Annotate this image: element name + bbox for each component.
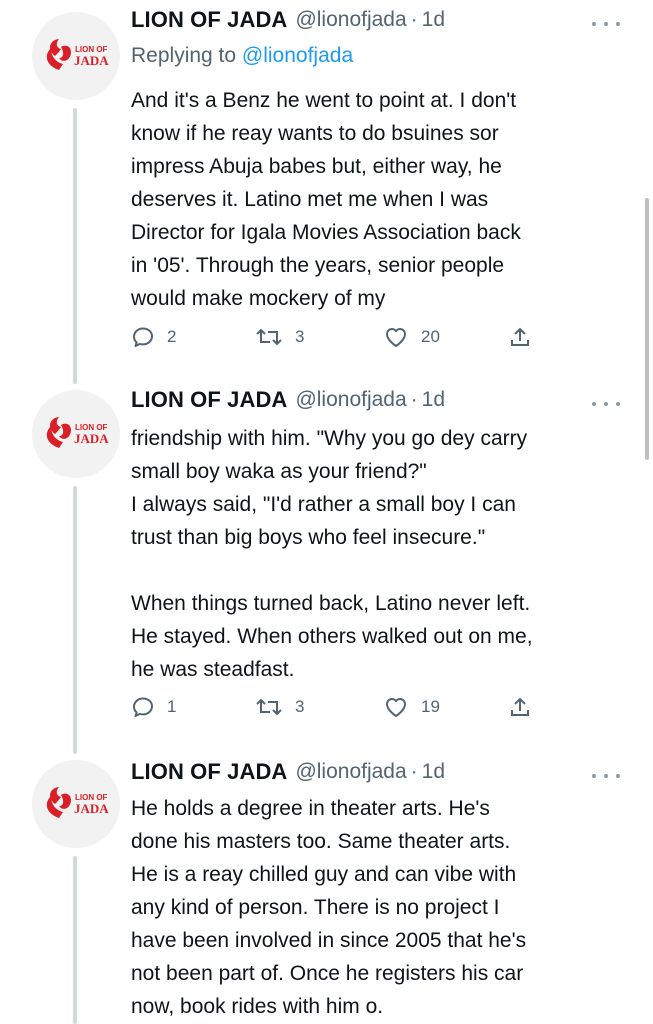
timestamp[interactable]: 1d	[422, 388, 445, 412]
separator-dot: ·	[410, 760, 418, 783]
tweet-text-line: done his masters too. Same theater arts.	[131, 830, 511, 853]
heart-icon	[386, 328, 406, 347]
share-button[interactable]	[509, 322, 531, 352]
reply-icon	[133, 697, 153, 717]
lion-logo-icon: LION OF JADA	[46, 787, 109, 818]
timestamp[interactable]: 1d	[422, 760, 445, 784]
display-name[interactable]: LION OF JADA	[131, 387, 287, 413]
tweet-text-line: not been part of. Once he registers his …	[131, 962, 524, 985]
reply-button[interactable]: 1	[131, 692, 176, 722]
retweet-count: 3	[295, 697, 305, 716]
tweet-text: He holds a degree in theater arts. He's …	[131, 792, 631, 1023]
tweet-text-line: deserves it. Latino met me when I was	[131, 188, 489, 211]
display-name[interactable]: LION OF JADA	[131, 759, 287, 785]
tweet[interactable]: LION OF JADA LION OF JADA @lionofjada · …	[0, 380, 653, 750]
retweet-icon	[256, 698, 282, 716]
scrollbar[interactable]	[645, 198, 649, 460]
avatar[interactable]: LION OF JADA	[32, 760, 120, 848]
heart-icon	[386, 698, 406, 717]
share-button[interactable]	[509, 692, 531, 722]
avatar[interactable]: LION OF JADA	[32, 390, 120, 478]
separator-dot: ·	[410, 388, 418, 411]
avatar[interactable]: LION OF JADA	[32, 12, 120, 100]
tweet-text-line: small boy waka as your friend?"	[131, 460, 427, 483]
tweet-header: LION OF JADA @lionofjada · 1d	[131, 4, 445, 36]
tweet-text-line: now, book rides with him o.	[131, 995, 384, 1018]
tweet-text: And it's a Benz he went to point at. I d…	[131, 84, 631, 315]
tweet-text-line: in '05'. Through the years, senior peopl…	[131, 254, 505, 277]
reply-count: 2	[167, 327, 177, 346]
tweet-text-line: impress Abuja babes but, either way, he	[131, 155, 502, 178]
tweet-text-line: He holds a degree in theater arts. He's	[131, 797, 490, 820]
tweet-text: friendship with him. "Why you go dey car…	[131, 422, 631, 686]
tweet-header: LION OF JADA @lionofjada · 1d	[131, 756, 445, 788]
tweet-text-line: he was steadfast.	[131, 658, 295, 681]
more-options-icon[interactable]	[592, 14, 620, 34]
tweet-text-line: And it's a Benz he went to point at. I d…	[131, 89, 517, 112]
share-icon	[511, 327, 529, 346]
lion-logo-icon: LION OF JADA	[46, 417, 109, 448]
more-options-icon[interactable]	[592, 766, 620, 786]
logo-text-line2: JADA	[74, 801, 109, 816]
more-options-icon[interactable]	[592, 394, 620, 414]
tweet-actions: 2 3 20	[131, 322, 531, 352]
separator-dot: ·	[410, 8, 418, 31]
tweet-text-line: He stayed. When others walked out on me,	[131, 625, 533, 648]
retweet-button[interactable]: 3	[255, 692, 304, 722]
logo-text-line2: JADA	[74, 431, 109, 446]
tweet-text-line: I always said, "I'd rather a small boy I…	[131, 493, 516, 516]
tweet-text-line: He is a reay chilled guy and can vibe wi…	[131, 863, 517, 886]
tweet-text-line: Director for Igala Movies Association ba…	[131, 221, 521, 244]
tweet-text-line: have been involved in since 2005 that he…	[131, 929, 527, 952]
replying-handle-link[interactable]: @lionofjada	[242, 44, 353, 67]
tweet-text-line: friendship with him. "Why you go dey car…	[131, 427, 528, 450]
tweet-actions: 1 3 19	[131, 692, 531, 722]
user-handle[interactable]: @lionofjada	[295, 760, 406, 784]
reply-button[interactable]: 2	[131, 322, 176, 352]
tweet-text-line: When things turned back, Latino never le…	[131, 592, 531, 615]
user-handle[interactable]: @lionofjada	[295, 8, 406, 32]
replying-label: Replying to	[131, 44, 242, 67]
tweet-header: LION OF JADA @lionofjada · 1d	[131, 384, 445, 416]
reply-icon	[133, 327, 153, 347]
tweet-text-line: know if he reay wants to do bsuines sor	[131, 122, 499, 145]
user-handle[interactable]: @lionofjada	[295, 388, 406, 412]
like-button[interactable]: 19	[383, 692, 440, 722]
tweet[interactable]: LION OF JADA LION OF JADA @lionofjada · …	[0, 750, 653, 1024]
lion-logo-icon: LION OF JADA	[46, 39, 109, 70]
like-count: 19	[421, 697, 440, 716]
replying-to: Replying to @lionofjada	[131, 44, 353, 68]
reply-count: 1	[167, 697, 177, 716]
retweet-icon	[256, 328, 282, 346]
tweet-text-line: any kind of person. There is no project …	[131, 896, 500, 919]
tweet[interactable]: LION OF JADA LION OF JADA @lionofjada · …	[0, 0, 653, 380]
retweet-button[interactable]: 3	[255, 322, 304, 352]
share-icon	[511, 697, 529, 716]
tweet-text-line: would make mockery of my	[131, 287, 386, 310]
thread-view: LION OF JADA LION OF JADA @lionofjada · …	[0, 0, 653, 1024]
display-name[interactable]: LION OF JADA	[131, 7, 287, 33]
like-button[interactable]: 20	[383, 322, 440, 352]
tweet-text-line: trust than big boys who feel insecure."	[131, 526, 486, 549]
logo-text-line2: JADA	[74, 53, 109, 68]
like-count: 20	[421, 327, 440, 346]
retweet-count: 3	[295, 327, 305, 346]
tweet-text-line	[131, 554, 631, 587]
timestamp[interactable]: 1d	[422, 8, 445, 32]
